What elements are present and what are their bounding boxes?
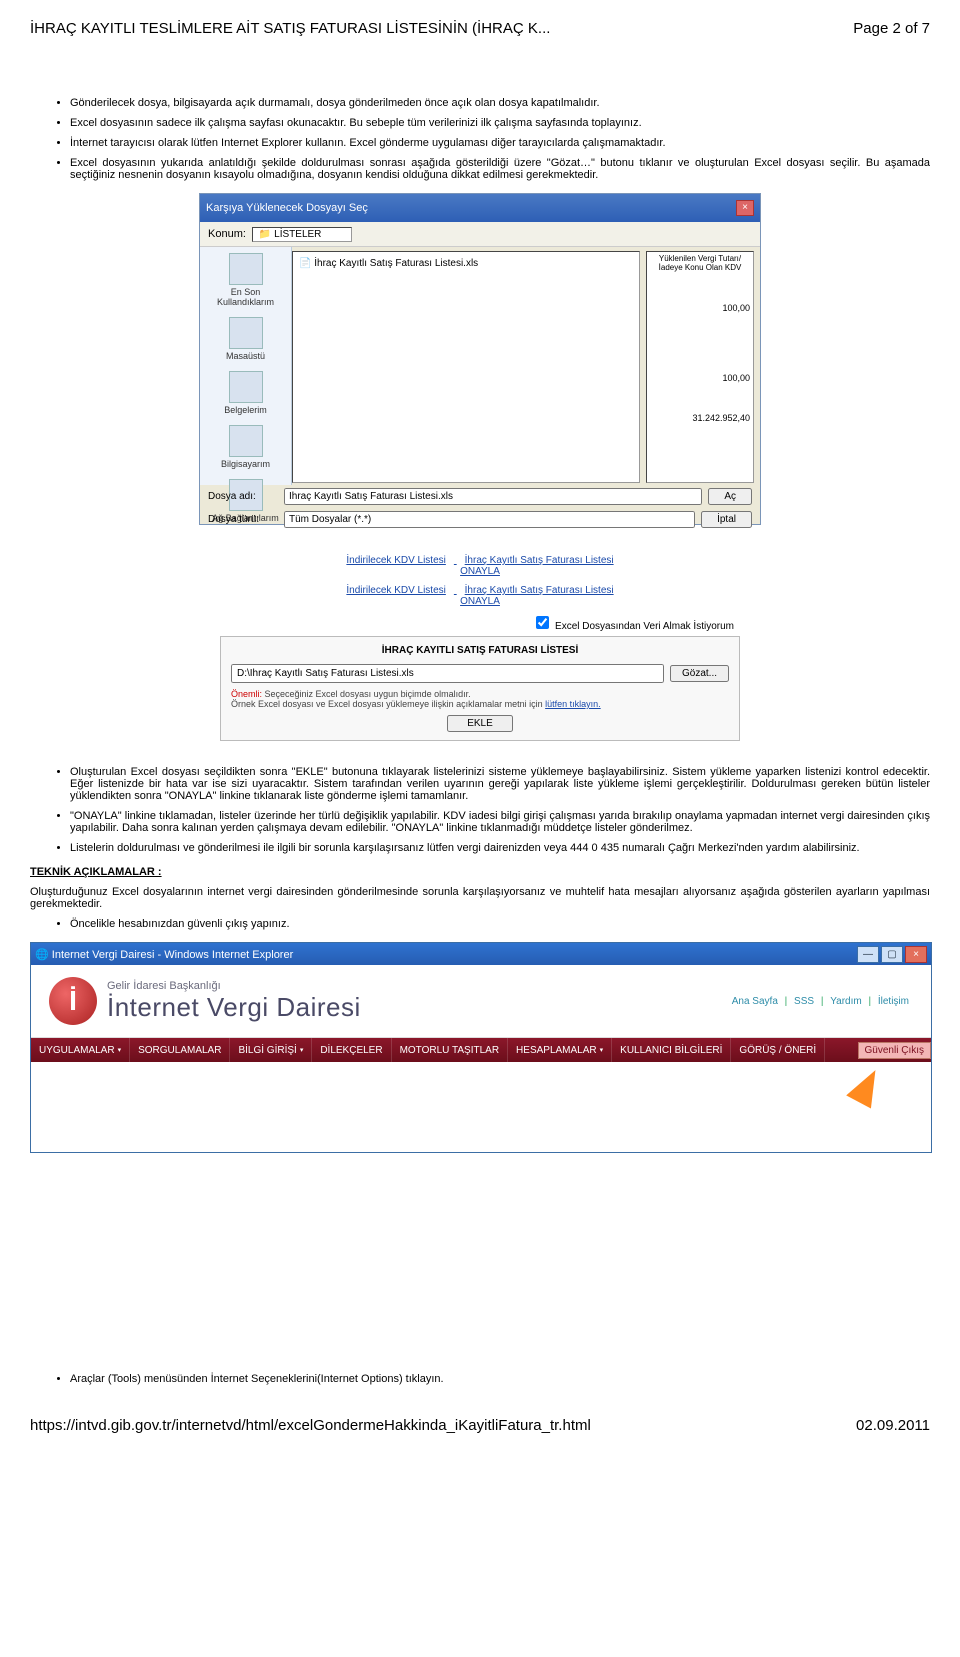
footer-date: 02.09.2011 [856, 1417, 930, 1434]
nav-kullanici[interactable]: KULLANICI BİLGİLERİ [612, 1038, 731, 1062]
filename-input[interactable] [284, 488, 702, 505]
file-item[interactable]: İhraç Kayıtlı Satış Faturası Listesi.xls [314, 258, 478, 269]
ekle-button[interactable]: EKLE [447, 715, 513, 732]
bullet-item: Araçlar (Tools) menüsünden İnternet Seçe… [70, 1373, 930, 1385]
logo-icon: İ [49, 977, 97, 1025]
bullet-item: Listelerin doldurulması ve gönderilmesi … [70, 842, 930, 854]
main-nav: UYGULAMALAR▾ SORGULAMALAR BİLGİ GİRİŞİ▾ … [31, 1038, 931, 1062]
link-contact[interactable]: İletişim [878, 996, 909, 1007]
link-faq[interactable]: SSS [794, 996, 814, 1007]
minimize-button[interactable]: — [857, 946, 879, 963]
bullet-item: Öncelikle hesabınızdan güvenli çıkış yap… [70, 918, 930, 930]
bottom-links-1: İndirilecek KDV Listesi İhraç Kayıtlı Sa… [30, 555, 930, 577]
page-number: Page 2 of 7 [853, 20, 930, 37]
file-open-dialog: Karşıya Yüklenecek Dosyayı Seç × Konum: … [199, 193, 761, 525]
arrow-annotation-icon [846, 1064, 888, 1109]
ie-window-screenshot: 🌐 Internet Vergi Dairesi - Windows Inter… [30, 942, 932, 1153]
bullet-item: Excel dosyasının yukarıda anlatıldığı şe… [70, 157, 930, 181]
bullet-item: İnternet tarayıcısı olarak lütfen Intern… [70, 137, 930, 149]
intro-bullets: Gönderilecek dosya, bilgisayarda açık du… [70, 97, 930, 181]
filename-label: Dosya adı: [208, 491, 278, 502]
safe-logout-button[interactable]: Güvenli Çıkış [858, 1042, 931, 1059]
post-upload-bullets: Oluşturulan Excel dosyası seçildikten so… [70, 766, 930, 854]
nav-uygulamalar[interactable]: UYGULAMALAR▾ [31, 1038, 130, 1062]
link-onayla[interactable]: ONAYLA [460, 566, 500, 577]
filetype-label: Dosya türü: [208, 514, 278, 525]
hint-link[interactable]: lütfen tıklayın. [545, 699, 601, 709]
nav-hesaplamalar[interactable]: HESAPLAMALAR▾ [508, 1038, 612, 1062]
nav-gorus[interactable]: GÖRÜŞ / ÖNERİ [731, 1038, 825, 1062]
file-list[interactable]: 📄 İhraç Kayıtlı Satış Faturası Listesi.x… [292, 251, 640, 483]
open-button[interactable]: Aç [708, 488, 752, 505]
konum-label: Konum: [208, 228, 246, 240]
header-links: Ana Sayfa | SSS | Yardım | İletişim [728, 996, 913, 1007]
link-fatura-listesi[interactable]: İhraç Kayıtlı Satış Faturası Listesi [465, 555, 614, 566]
close-window-button[interactable]: × [905, 946, 927, 963]
places-sidebar: En Son Kullandıklarım Masaüstü Belgeleri… [200, 247, 292, 485]
link-kdv-listesi-2[interactable]: İndirilecek KDV Listesi [346, 585, 445, 596]
bullet-item: Oluşturulan Excel dosyası seçildikten so… [70, 766, 930, 802]
upload-panel: İndirilecek KDV Listesi İhraç Kayıtlı Sa… [220, 585, 740, 741]
cancel-button[interactable]: İptal [701, 511, 752, 528]
dialog-close-button[interactable]: × [736, 200, 754, 216]
maximize-button[interactable]: ▢ [881, 946, 903, 963]
sidebar-recent[interactable]: En Son Kullandıklarım [203, 253, 288, 307]
nav-dilekceler[interactable]: DİLEKÇELER [312, 1038, 391, 1062]
footer-url: https://intvd.gib.gov.tr/internetvd/html… [30, 1417, 591, 1434]
sidebar-computer[interactable]: Bilgisayarım [203, 425, 288, 469]
browse-button[interactable]: Gözat... [670, 665, 729, 682]
header-title: İHRAÇ KAYITLI TESLİMLERE AİT SATIŞ FATUR… [30, 20, 550, 37]
technical-paragraph: Oluşturduğunuz Excel dosyalarının intern… [30, 886, 930, 910]
link-help[interactable]: Yardım [830, 996, 862, 1007]
excel-import-checkbox[interactable]: Excel Dosyasından Veri Almak İstiyorum [532, 621, 734, 632]
preview-column: Yüklenilen Vergi Tutarı/İadeye Konu Olan… [646, 251, 754, 483]
dialog-title: Karşıya Yüklenecek Dosyayı Seç [206, 202, 368, 214]
logo-title: İnternet Vergi Dairesi [107, 992, 361, 1023]
technical-heading: TEKNİK AÇIKLAMALAR : [30, 866, 930, 878]
link-fatura-listesi-2[interactable]: İhraç Kayıtlı Satış Faturası Listesi [465, 585, 614, 596]
nav-bilgi-girisi[interactable]: BİLGİ GİRİŞİ▾ [230, 1038, 312, 1062]
link-onayla-2[interactable]: ONAYLA [460, 596, 500, 607]
ie-window-title: 🌐 Internet Vergi Dairesi - Windows Inter… [35, 948, 293, 961]
panel-title: İHRAÇ KAYITLI SATIŞ FATURASI LİSTESİ [231, 645, 729, 656]
sidebar-desktop[interactable]: Masaüstü [203, 317, 288, 361]
bullet-item: Gönderilecek dosya, bilgisayarda açık du… [70, 97, 930, 109]
link-home[interactable]: Ana Sayfa [732, 996, 778, 1007]
file-path-input[interactable] [231, 664, 664, 683]
link-kdv-listesi[interactable]: İndirilecek KDV Listesi [346, 555, 445, 566]
konum-dropdown[interactable]: 📁 LİSTELER [252, 227, 352, 242]
nav-motorlu-tasitlar[interactable]: MOTORLU TAŞITLAR [392, 1038, 508, 1062]
ivd-logo: İ Gelir İdaresi Başkanlığı İnternet Verg… [49, 977, 361, 1025]
bullet-item: Excel dosyasının sadece ilk çalışma sayf… [70, 117, 930, 129]
filetype-dropdown[interactable] [284, 511, 695, 528]
sidebar-documents[interactable]: Belgelerim [203, 371, 288, 415]
hint-text: Önemli: Seçeceğiniz Excel dosyası uygun … [231, 689, 729, 709]
logo-subtitle: Gelir İdaresi Başkanlığı [107, 980, 361, 992]
nav-sorgulamalar[interactable]: SORGULAMALAR [130, 1038, 230, 1062]
bullet-item: "ONAYLA" linkine tıklamadan, listeler üz… [70, 810, 930, 834]
